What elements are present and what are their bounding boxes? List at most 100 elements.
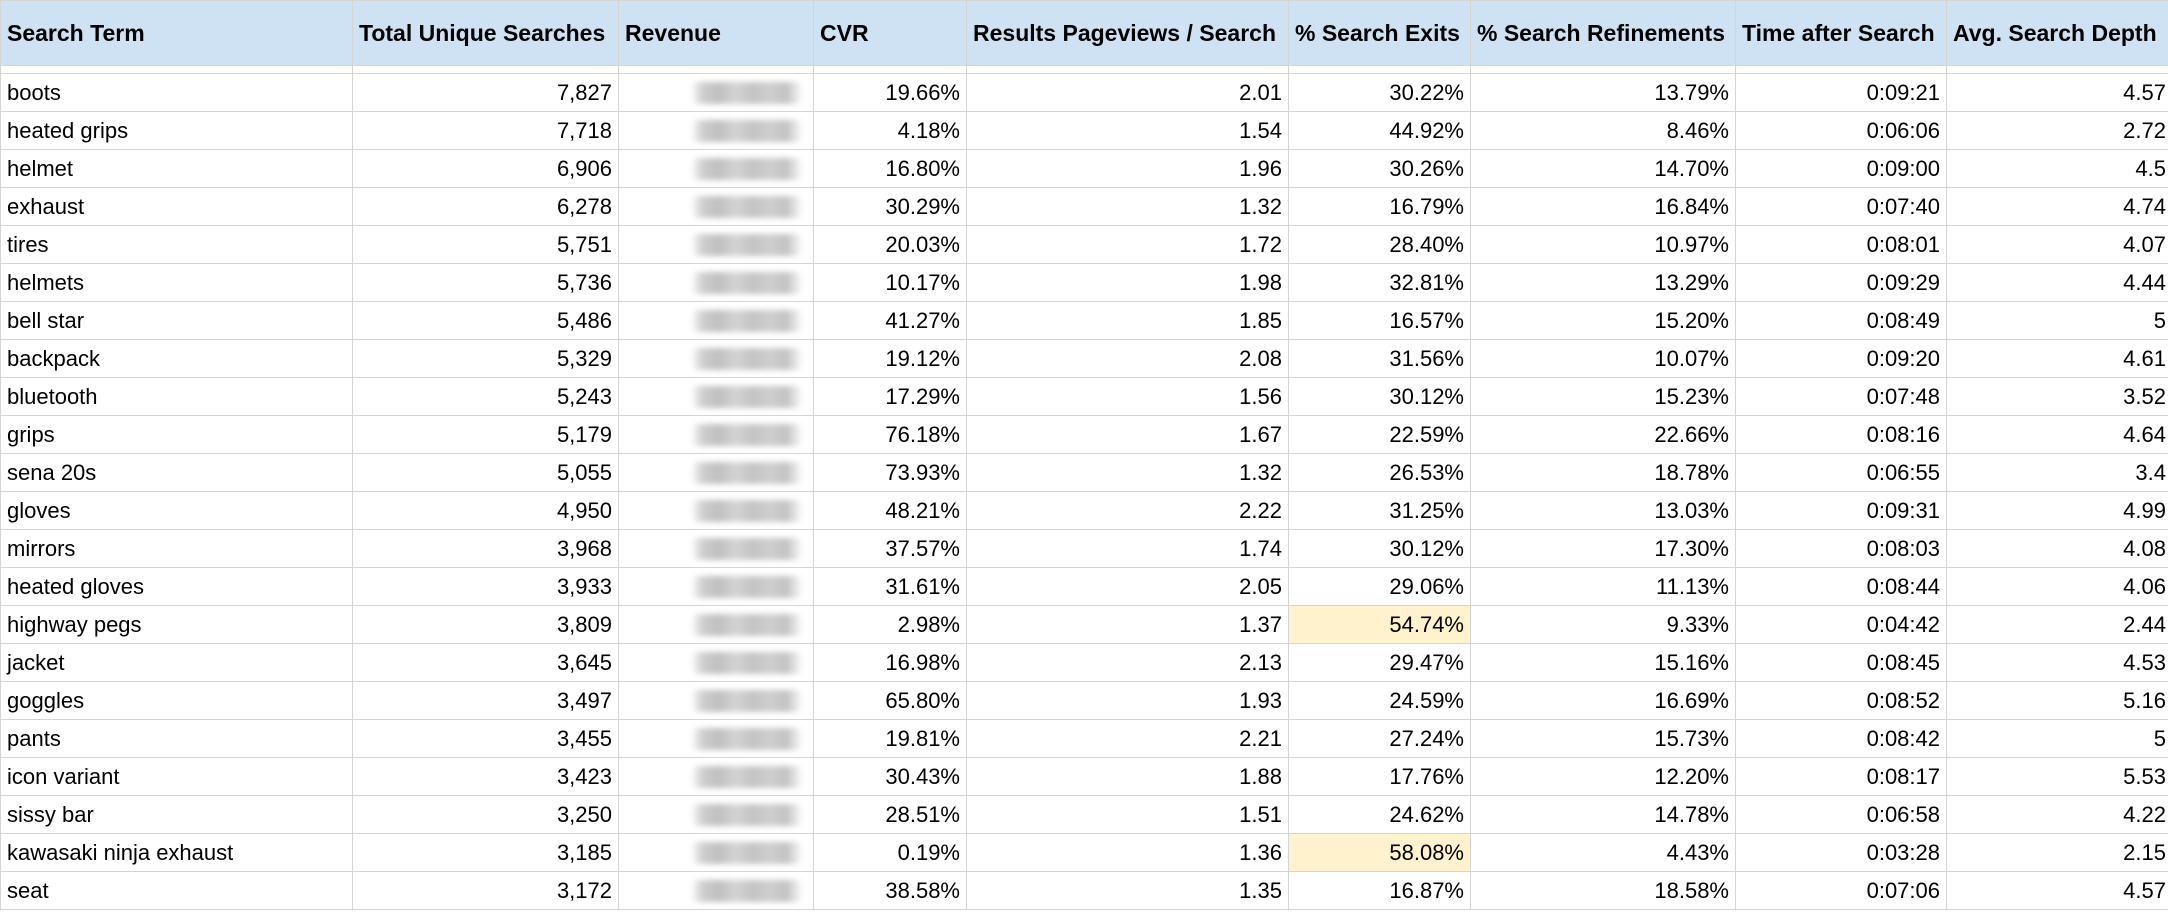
cell-avg-search-depth[interactable]: 4.57 [1946,73,2168,112]
cell-search-refinements[interactable]: 11.13% [1470,567,1736,606]
cell-results-pageviews-per-search[interactable]: 1.37 [966,605,1289,644]
cell-search-refinements[interactable]: 4.43% [1470,833,1736,872]
cell-avg-search-depth[interactable]: 4.57 [1946,871,2168,910]
cell-search-exits[interactable]: 29.06% [1288,567,1471,606]
cell-time-after-search[interactable]: 0:06:58 [1735,795,1947,834]
cell-avg-search-depth[interactable]: 4.07 [1946,225,2168,264]
cell-total-unique-searches[interactable]: 3,497 [352,681,619,720]
cell-cvr[interactable]: 38.58% [813,871,967,910]
cell-search-term[interactable]: pants [0,719,353,758]
cell-search-term[interactable]: icon variant [0,757,353,796]
cell-avg-search-depth[interactable]: 5 [1946,301,2168,340]
cell-cvr[interactable]: 31.61% [813,567,967,606]
cell-avg-search-depth[interactable]: 4.74 [1946,187,2168,226]
cell-revenue-redacted[interactable] [618,567,814,606]
cell-cvr[interactable]: 4.18% [813,111,967,150]
cell-search-term[interactable]: seat [0,871,353,910]
cell-revenue-redacted[interactable] [618,187,814,226]
cell-search-exits[interactable]: 32.81% [1288,263,1471,302]
cell-cvr[interactable]: 73.93% [813,453,967,492]
cell-search-exits[interactable]: 27.24% [1288,719,1471,758]
cell-time-after-search[interactable]: 0:08:42 [1735,719,1947,758]
cell-results-pageviews-per-search[interactable]: 1.67 [966,415,1289,454]
cell-total-unique-searches[interactable]: 5,736 [352,263,619,302]
cell-time-after-search[interactable]: 0:06:06 [1735,111,1947,150]
cell-search-exits[interactable]: 30.12% [1288,377,1471,416]
cell-results-pageviews-per-search[interactable]: 2.08 [966,339,1289,378]
cell-revenue-redacted[interactable] [618,453,814,492]
cell-revenue-redacted[interactable] [618,529,814,568]
cell-search-exits[interactable]: 54.74% [1288,605,1471,644]
cell-avg-search-depth[interactable]: 4.06 [1946,567,2168,606]
cell-search-exits[interactable]: 22.59% [1288,415,1471,454]
cell-search-term[interactable]: backpack [0,339,353,378]
cell-search-term[interactable]: bell star [0,301,353,340]
cell-avg-search-depth[interactable]: 4.44 [1946,263,2168,302]
cell-cvr[interactable]: 41.27% [813,301,967,340]
cell-avg-search-depth[interactable]: 4.22 [1946,795,2168,834]
cell-revenue-redacted[interactable] [618,301,814,340]
cell-search-exits[interactable]: 17.76% [1288,757,1471,796]
cell-time-after-search[interactable]: 0:09:29 [1735,263,1947,302]
cell-search-refinements[interactable]: 15.16% [1470,643,1736,682]
cell-search-exits[interactable]: 44.92% [1288,111,1471,150]
cell-time-after-search[interactable]: 0:07:40 [1735,187,1947,226]
cell-results-pageviews-per-search[interactable]: 1.72 [966,225,1289,264]
cell-time-after-search[interactable]: 0:03:28 [1735,833,1947,872]
cell-avg-search-depth[interactable]: 4.5 [1946,149,2168,188]
cell-search-term[interactable]: highway pegs [0,605,353,644]
cell-total-unique-searches[interactable]: 3,968 [352,529,619,568]
cell-cvr[interactable]: 19.12% [813,339,967,378]
cell-search-term[interactable]: kawasaki ninja exhaust [0,833,353,872]
cell-search-exits[interactable]: 30.22% [1288,73,1471,112]
cell-search-term[interactable]: exhaust [0,187,353,226]
cell-revenue-redacted[interactable] [618,415,814,454]
cell-time-after-search[interactable]: 0:08:52 [1735,681,1947,720]
cell-time-after-search[interactable]: 0:08:16 [1735,415,1947,454]
cell-time-after-search[interactable]: 0:08:45 [1735,643,1947,682]
cell-search-exits[interactable]: 31.56% [1288,339,1471,378]
cell-results-pageviews-per-search[interactable]: 2.05 [966,567,1289,606]
cell-results-pageviews-per-search[interactable]: 1.96 [966,149,1289,188]
cell-total-unique-searches[interactable]: 3,250 [352,795,619,834]
cell-avg-search-depth[interactable]: 4.08 [1946,529,2168,568]
cell-results-pageviews-per-search[interactable]: 1.32 [966,187,1289,226]
cell-cvr[interactable]: 0.19% [813,833,967,872]
cell-total-unique-searches[interactable]: 5,486 [352,301,619,340]
cell-avg-search-depth[interactable]: 4.64 [1946,415,2168,454]
cell-revenue-redacted[interactable] [618,377,814,416]
cell-results-pageviews-per-search[interactable]: 2.22 [966,491,1289,530]
cell-total-unique-searches[interactable]: 4,950 [352,491,619,530]
cell-results-pageviews-per-search[interactable]: 1.36 [966,833,1289,872]
cell-revenue-redacted[interactable] [618,149,814,188]
cell-search-refinements[interactable]: 14.78% [1470,795,1736,834]
cell-time-after-search[interactable]: 0:06:55 [1735,453,1947,492]
cell-avg-search-depth[interactable]: 4.61 [1946,339,2168,378]
cell-total-unique-searches[interactable]: 3,172 [352,871,619,910]
cell-revenue-redacted[interactable] [618,681,814,720]
cell-search-term[interactable]: boots [0,73,353,112]
cell-time-after-search[interactable]: 0:07:06 [1735,871,1947,910]
cell-revenue-redacted[interactable] [618,605,814,644]
cell-search-exits[interactable]: 30.12% [1288,529,1471,568]
cell-search-refinements[interactable]: 8.46% [1470,111,1736,150]
cell-avg-search-depth[interactable]: 3.4 [1946,453,2168,492]
cell-total-unique-searches[interactable]: 5,243 [352,377,619,416]
header-avg-search-depth[interactable]: Avg. Search Depth [1946,0,2168,66]
cell-avg-search-depth[interactable]: 5.16 [1946,681,2168,720]
cell-total-unique-searches[interactable]: 7,827 [352,73,619,112]
cell-search-refinements[interactable]: 14.70% [1470,149,1736,188]
cell-cvr[interactable]: 16.98% [813,643,967,682]
cell-search-term[interactable]: jacket [0,643,353,682]
cell-avg-search-depth[interactable]: 2.72 [1946,111,2168,150]
cell-search-refinements[interactable]: 15.20% [1470,301,1736,340]
cell-cvr[interactable]: 2.98% [813,605,967,644]
cell-cvr[interactable]: 17.29% [813,377,967,416]
header-search-term[interactable]: Search Term [0,0,353,66]
cell-search-refinements[interactable]: 18.58% [1470,871,1736,910]
cell-revenue-redacted[interactable] [618,263,814,302]
cell-results-pageviews-per-search[interactable]: 1.54 [966,111,1289,150]
cell-search-exits[interactable]: 30.26% [1288,149,1471,188]
cell-avg-search-depth[interactable]: 2.15 [1946,833,2168,872]
cell-search-refinements[interactable]: 13.79% [1470,73,1736,112]
